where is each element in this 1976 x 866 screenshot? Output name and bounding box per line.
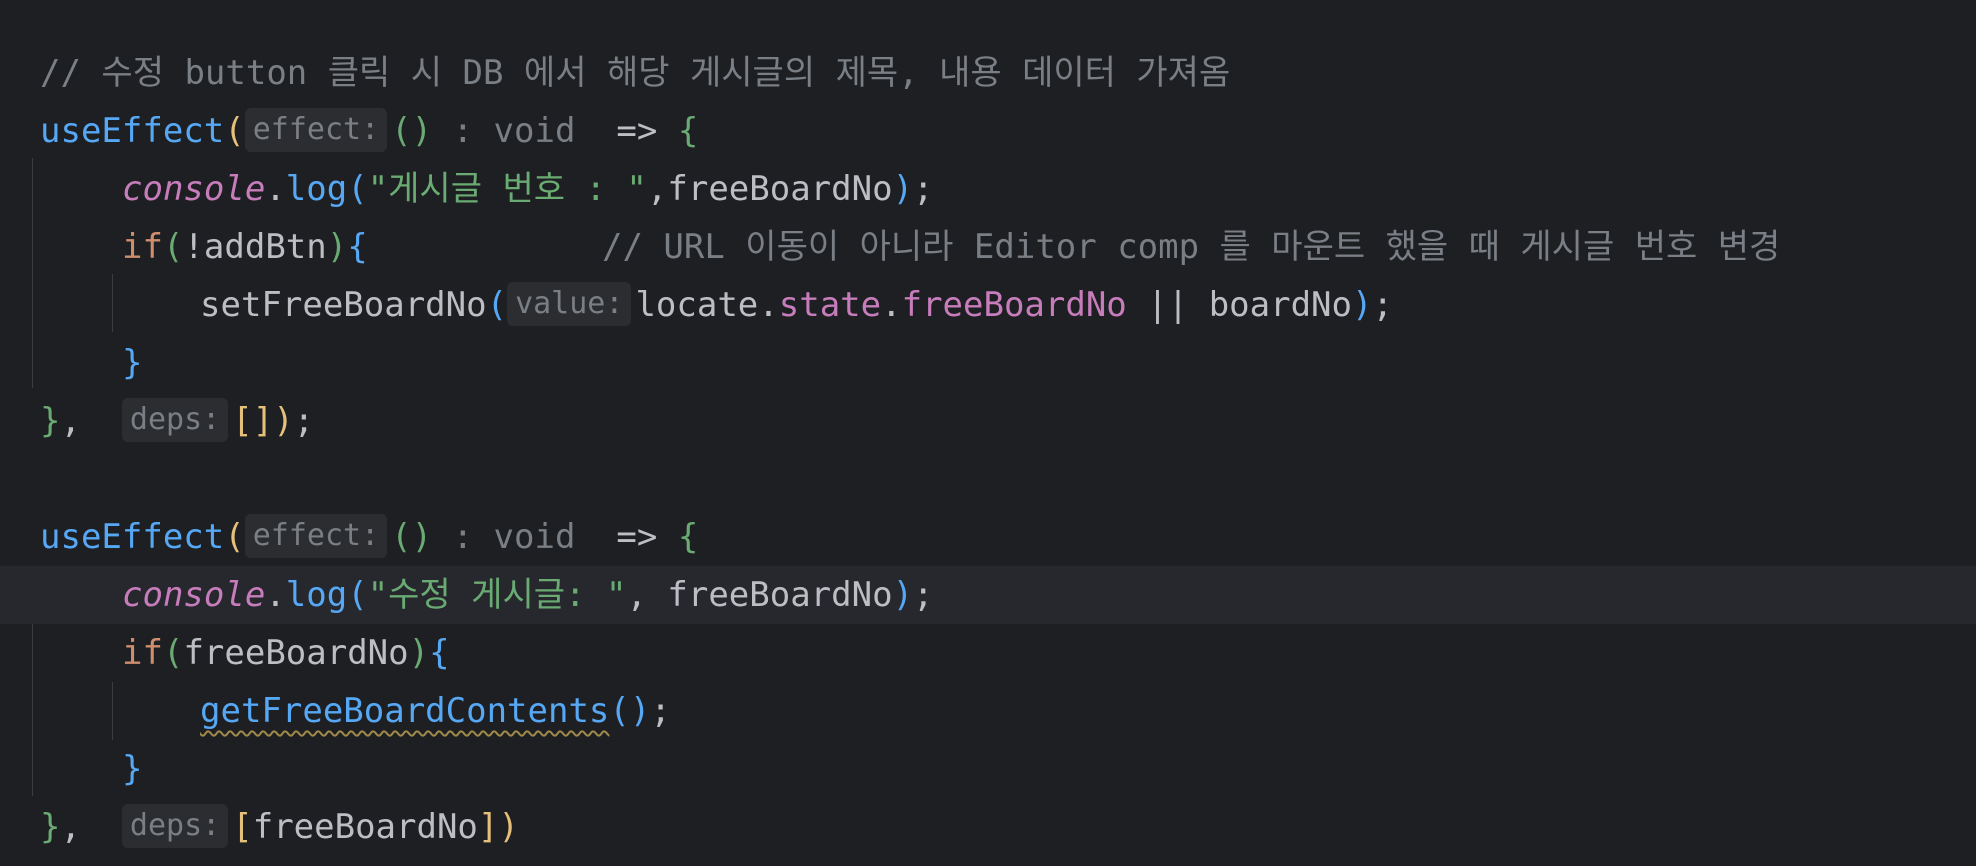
string-literal: "게시글 번호 : " <box>367 169 647 209</box>
type-hint: : void <box>452 111 576 151</box>
code-line[interactable]: console.log("게시글 번호 : ",freeBoardNo); <box>0 160 1976 218</box>
code-line[interactable]: } <box>0 740 1976 798</box>
variable-name: freeBoardNo <box>667 169 893 209</box>
arrow-operator: => <box>616 517 658 557</box>
parameter-hint: deps: <box>121 398 229 442</box>
variable-name: locate <box>635 285 759 325</box>
parameter-hint: value: <box>507 282 632 326</box>
comment-text: // URL 이동이 아니라 Editor comp 를 마운트 했을 때 게시… <box>602 227 1781 267</box>
function-name: useEffect <box>40 517 225 557</box>
code-line[interactable]: }, deps: [freeBoardNo]) <box>0 798 1976 856</box>
code-line-current[interactable]: console.log("수정 게시글: ", freeBoardNo); <box>0 566 1976 624</box>
code-line[interactable]: if(freeBoardNo){ <box>0 624 1976 682</box>
property-name: state <box>778 285 882 325</box>
function-name: getFreeBoardContents <box>200 691 610 731</box>
function-name: setFreeBoardNo <box>200 285 487 325</box>
code-line[interactable]: useEffect(effect:() : void => { <box>0 508 1976 566</box>
property-name: freeBoardNo <box>901 285 1127 325</box>
parameter-hint: effect: <box>244 514 388 558</box>
code-line[interactable]: // 수정 button 클릭 시 DB 에서 해당 게시글의 제목, 내용 데… <box>0 44 1976 102</box>
variable-name: boardNo <box>1208 285 1352 325</box>
arrow-operator: => <box>616 111 658 151</box>
function-name: useEffect <box>40 111 225 151</box>
keyword: if <box>122 633 163 673</box>
string-literal: "수정 게시글: " <box>367 575 627 615</box>
or-operator: || <box>1147 285 1189 325</box>
parameter-hint: effect: <box>244 108 388 152</box>
code-line[interactable]: useEffect(effect:() : void => { <box>0 102 1976 160</box>
variable-name: freeBoardNo <box>667 575 893 615</box>
variable-name: freeBoardNo <box>252 807 478 847</box>
type-hint: : void <box>452 517 576 557</box>
method-name: log <box>285 169 348 209</box>
parameter-hint: deps: <box>121 804 229 848</box>
code-line[interactable]: } <box>0 334 1976 392</box>
comment-text: // 수정 button 클릭 시 DB 에서 해당 게시글의 제목, 내용 데… <box>40 53 1231 93</box>
code-line[interactable]: setFreeBoardNo(value: locate.state.freeBo… <box>0 276 1976 334</box>
code-line[interactable]: getFreeBoardContents(); <box>0 682 1976 740</box>
keyword: if <box>122 227 163 267</box>
code-line[interactable]: }, deps: []); <box>0 392 1976 450</box>
variable-name: freeBoardNo <box>183 633 409 673</box>
code-line[interactable]: if(!addBtn){ // URL 이동이 아니라 Editor comp … <box>0 218 1976 276</box>
console-identifier: console <box>122 169 266 209</box>
variable-name: !addBtn <box>183 227 327 267</box>
code-editor[interactable]: // 수정 button 클릭 시 DB 에서 해당 게시글의 제목, 내용 데… <box>0 0 1976 866</box>
console-identifier: console <box>122 575 266 615</box>
method-name: log <box>285 575 348 615</box>
